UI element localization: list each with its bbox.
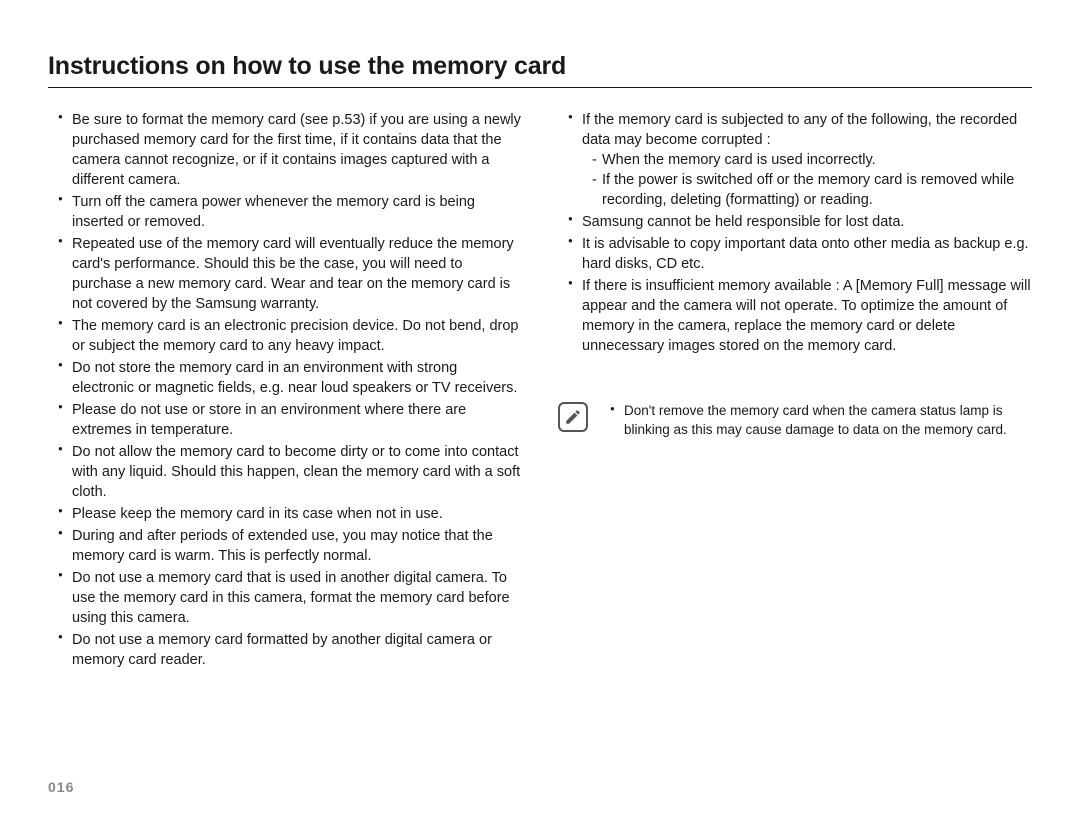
right-bullet-list: If the memory card is subjected to any o…	[558, 110, 1032, 356]
page-number: 016	[48, 779, 74, 795]
list-item: Be sure to format the memory card (see p…	[58, 110, 522, 190]
page-title: Instructions on how to use the memory ca…	[48, 52, 1032, 88]
list-item: Do not use a memory card that is used in…	[58, 568, 522, 628]
list-item: During and after periods of extended use…	[58, 526, 522, 566]
note-icon	[558, 402, 588, 432]
note-callout: Don't remove the memory card when the ca…	[558, 402, 1032, 440]
left-column: Be sure to format the memory card (see p…	[48, 110, 522, 672]
two-column-layout: Be sure to format the memory card (see p…	[48, 110, 1032, 672]
list-item: Repeated use of the memory card will eve…	[58, 234, 522, 314]
list-item: Please do not use or store in an environ…	[58, 400, 522, 440]
list-item: It is advisable to copy important data o…	[568, 234, 1032, 274]
list-item: If the memory card is subjected to any o…	[568, 110, 1032, 210]
manual-page: Instructions on how to use the memory ca…	[0, 0, 1080, 815]
list-item: Do not allow the memory card to become d…	[58, 442, 522, 502]
pencil-note-icon	[564, 408, 582, 426]
note-bullet-list: Don't remove the memory card when the ca…	[600, 402, 1032, 440]
list-item-lead: If the memory card is subjected to any o…	[582, 112, 1017, 148]
list-item: Please keep the memory card in its case …	[58, 504, 522, 524]
note-item: Don't remove the memory card when the ca…	[610, 402, 1032, 440]
list-item: Turn off the camera power whenever the m…	[58, 192, 522, 232]
list-item: Do not store the memory card in an envir…	[58, 358, 522, 398]
sub-list-item: When the memory card is used incorrectly…	[592, 150, 1032, 170]
list-item: Samsung cannot be held responsible for l…	[568, 212, 1032, 232]
list-item: If there is insufficient memory availabl…	[568, 276, 1032, 356]
sub-list: When the memory card is used incorrectly…	[582, 150, 1032, 210]
sub-list-item: If the power is switched off or the memo…	[592, 170, 1032, 210]
list-item: The memory card is an electronic precisi…	[58, 316, 522, 356]
list-item: Do not use a memory card formatted by an…	[58, 630, 522, 670]
right-column: If the memory card is subjected to any o…	[558, 110, 1032, 672]
left-bullet-list: Be sure to format the memory card (see p…	[48, 110, 522, 670]
